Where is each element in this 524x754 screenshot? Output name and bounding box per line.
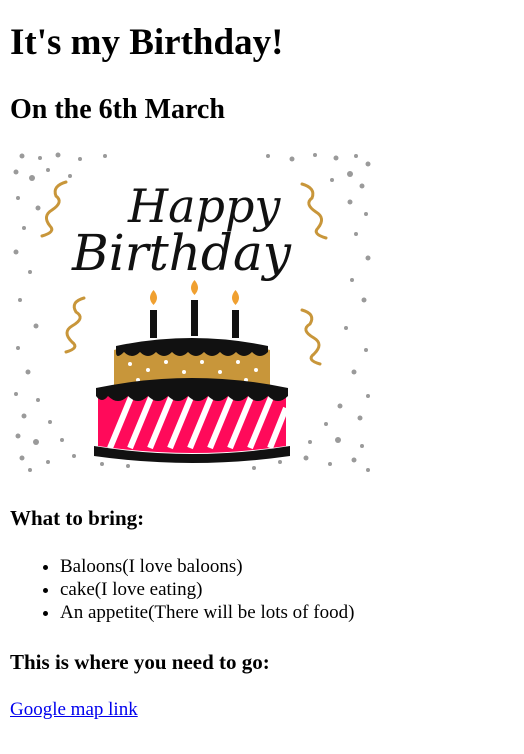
cake-bottom-tier <box>94 378 290 463</box>
bring-list: Baloons(I love baloons) cake(I love eati… <box>10 555 354 624</box>
what-to-bring-heading: What to bring: <box>10 506 145 530</box>
directions-heading: This is where you need to go: <box>10 650 270 674</box>
list-item: Baloons(I love baloons) <box>60 555 354 578</box>
page-title: It's my Birthday! <box>10 22 284 63</box>
party-date: On the 6th March <box>10 94 225 125</box>
birthday-cake-image: Happy Birthday <box>13 152 371 472</box>
candles <box>150 280 239 338</box>
happy-birthday-lettering: Happy Birthday <box>71 179 292 282</box>
google-map-link[interactable]: Google map link <box>10 698 138 721</box>
svg-text:Birthday: Birthday <box>71 224 292 282</box>
list-item: An appetite(There will be lots of food) <box>60 601 354 624</box>
list-item: cake(I love eating) <box>60 578 354 601</box>
